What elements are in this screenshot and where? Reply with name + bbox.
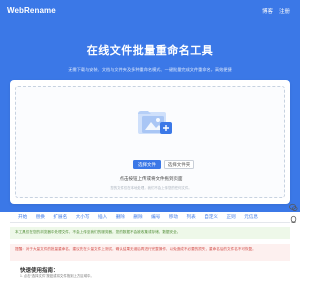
- nav-link-blog[interactable]: 博客: [262, 7, 273, 15]
- wechat-icon[interactable]: [289, 203, 298, 212]
- drop-hint-text: 点击按钮上传或将文件拖到页面: [119, 176, 183, 181]
- page-title: 在线文件批量重命名工具: [86, 45, 214, 57]
- tab-start[interactable]: 开始: [18, 214, 27, 220]
- tab-replace[interactable]: 替换: [36, 214, 45, 220]
- nav-link-register[interactable]: 注册: [279, 7, 290, 15]
- floating-side-icons: [289, 203, 298, 227]
- tab-regex[interactable]: 正则: [227, 214, 236, 220]
- tab-number[interactable]: 编号: [151, 214, 160, 220]
- select-folder-button[interactable]: 选择文件夹: [164, 160, 194, 169]
- rename-mode-tabs: 开始 替换 扩展名 大小写 插入 删除 删除 编号 移动 列表 自定义 正则 元…: [10, 211, 290, 223]
- tab-list[interactable]: 列表: [187, 214, 196, 220]
- tab-case[interactable]: 大小写: [76, 214, 90, 220]
- tab-metadata[interactable]: 元信息: [244, 214, 258, 220]
- file-dropzone[interactable]: 选择文件 选择文件夹 点击按钮上传或将文件拖到页面 您的文件仅在本地处理，我们不…: [15, 86, 285, 198]
- qq-icon[interactable]: [289, 215, 298, 224]
- page-subtitle: 无需下载与安装、文档与文件夹及多种重命名模式、一键批量完成文件重命名，高效便捷: [68, 67, 232, 72]
- privacy-note: 您的文件仅在本地处理，我们不会上传您的任何文件。: [110, 186, 192, 190]
- top-navigation-bar: WebRename 博客 注册: [0, 0, 300, 22]
- brand-logo[interactable]: WebRename: [7, 6, 56, 15]
- folder-image-icon: [138, 111, 172, 134]
- tab-delete[interactable]: 删除: [116, 214, 125, 220]
- tab-insert[interactable]: 插入: [98, 214, 107, 220]
- tab-custom[interactable]: 自定义: [204, 214, 218, 220]
- tab-extension[interactable]: 扩展名: [53, 214, 67, 220]
- guide-title: 快速使用指南：: [20, 268, 59, 274]
- guide-text: 1. 点击“选择文件”按钮或将文件拖到上方区域中。: [20, 274, 94, 278]
- select-files-button[interactable]: 选择文件: [133, 160, 161, 169]
- nav-links: 博客 注册: [262, 7, 290, 15]
- warning-notice: 提醒：对于大量文件的批量重命名，建议先在少量文件上测试，确认结果无误后再进行完整…: [10, 244, 290, 261]
- tab-delete-2[interactable]: 删除: [133, 214, 142, 220]
- upload-card: 选择文件 选择文件夹 点击按钮上传或将文件拖到页面 您的文件仅在本地处理，我们不…: [10, 80, 290, 204]
- tab-move[interactable]: 移动: [169, 214, 178, 220]
- privacy-notice: 本工具仅在您的浏览器中处理文件，不会上传至我们的服务器，您的数据不会被收集或存储…: [10, 227, 290, 239]
